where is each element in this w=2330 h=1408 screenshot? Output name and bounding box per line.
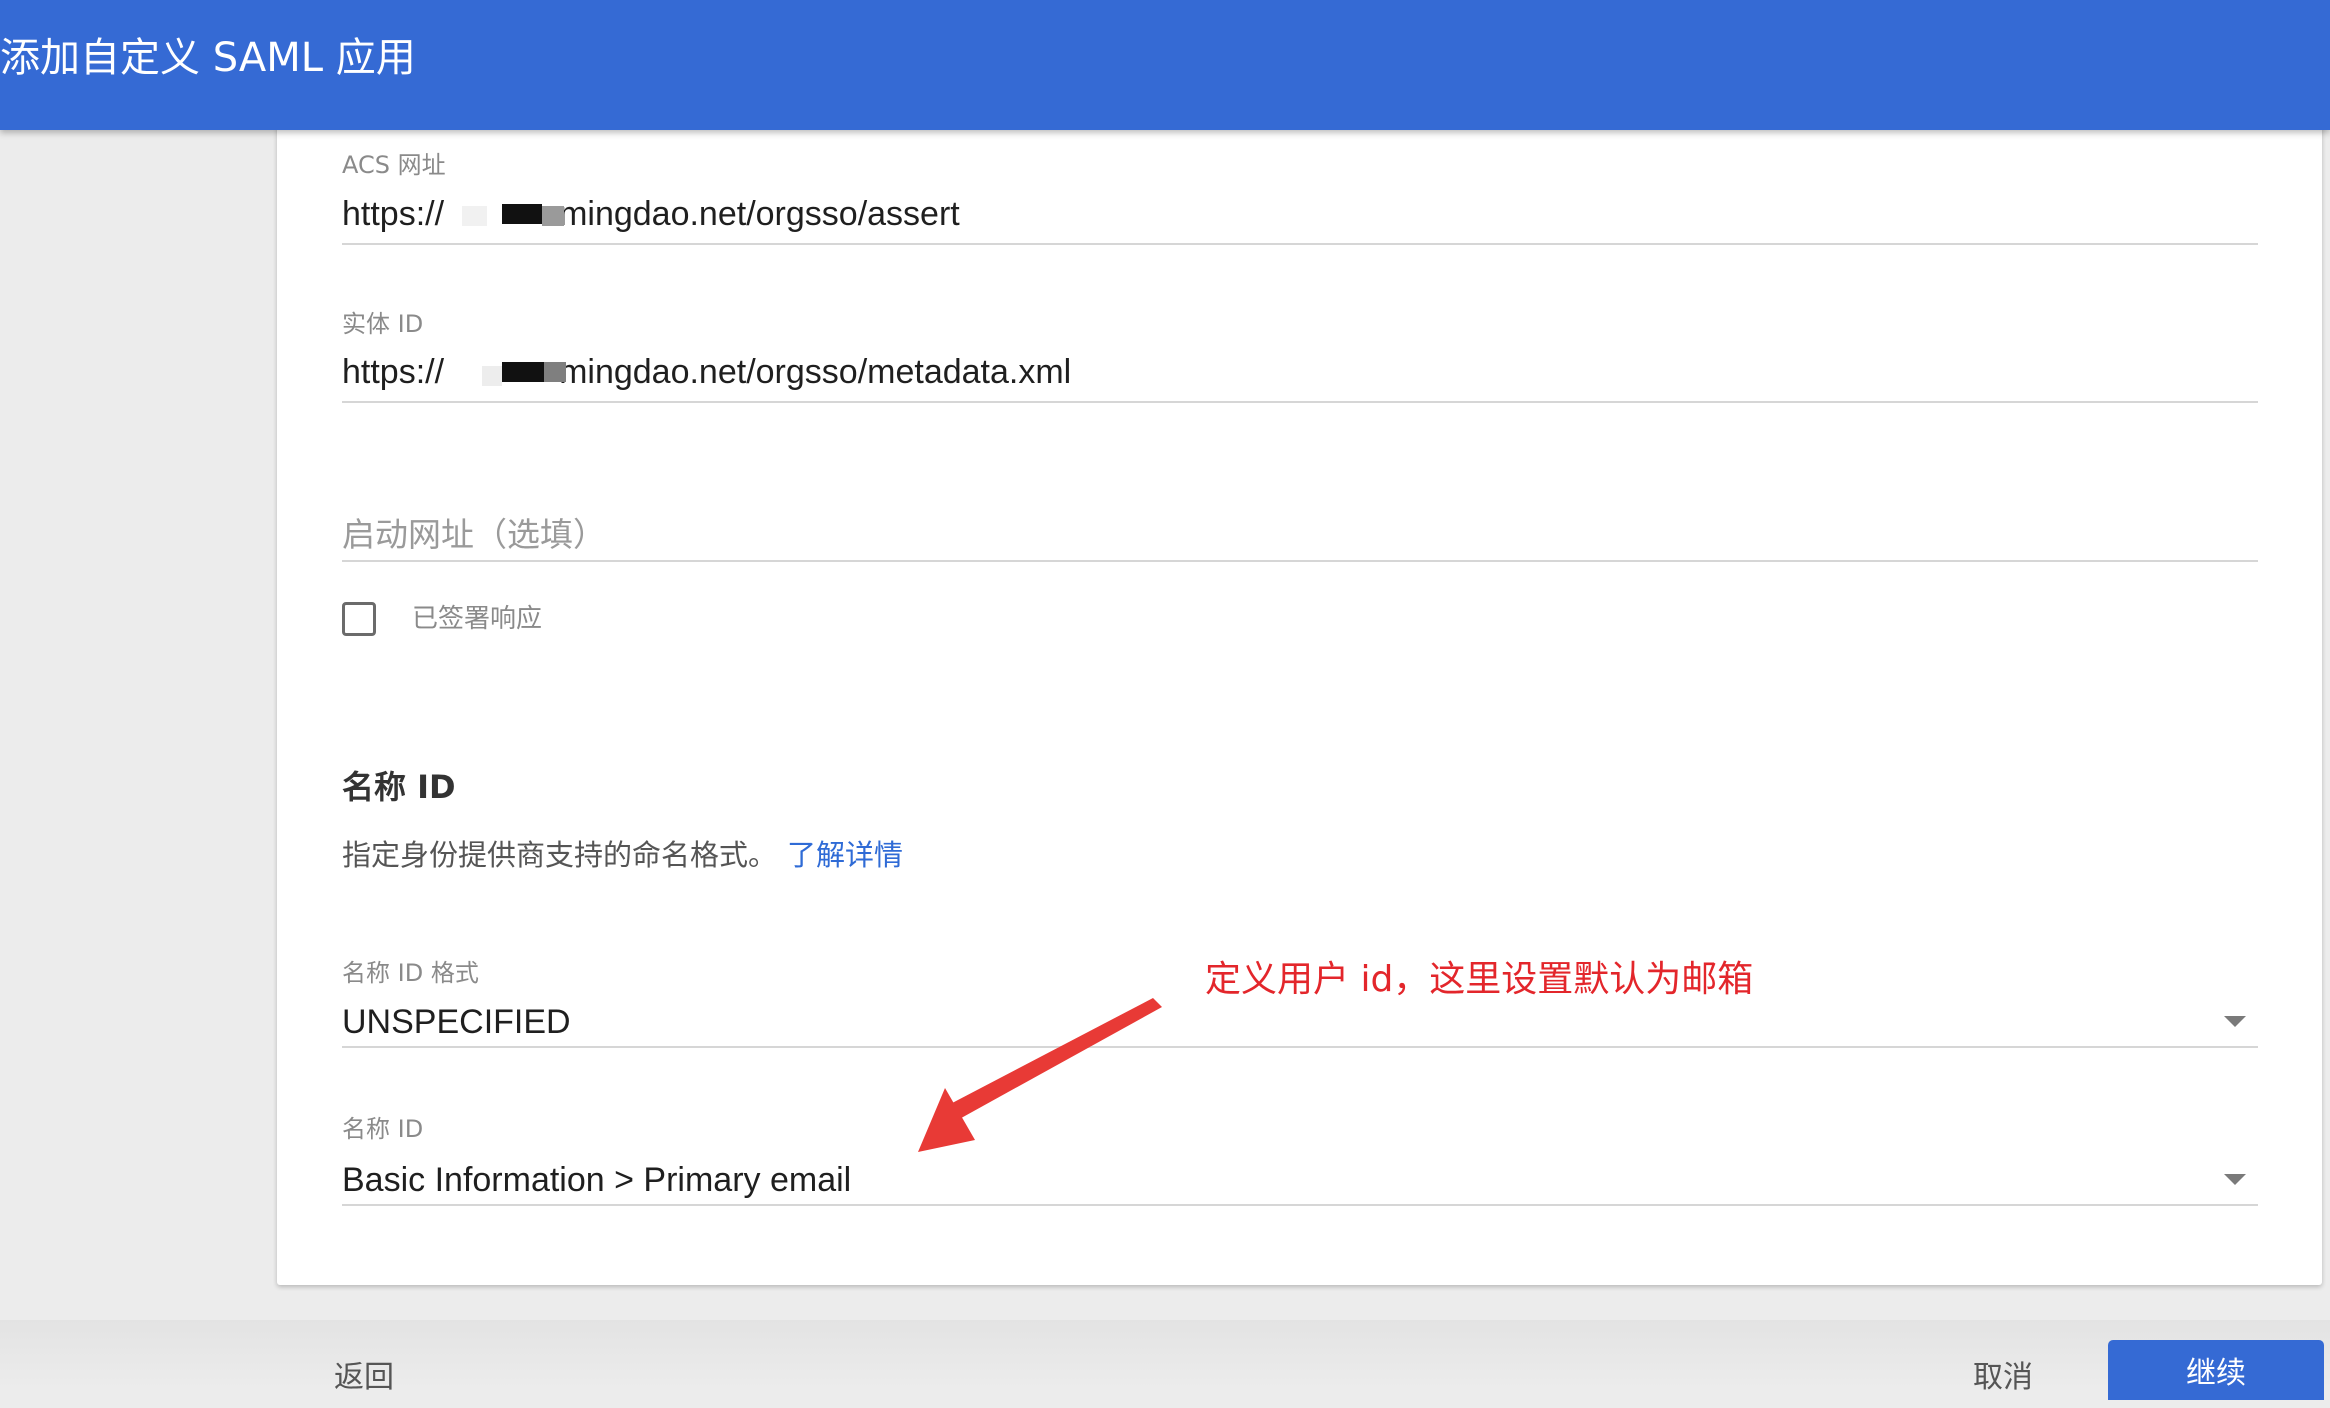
name-id-format-underline [342,1046,2258,1048]
entity-id-prefix: https:// [342,353,445,391]
annotation-note: 定义用户 id，这里设置默认为邮箱 [1205,959,1754,1000]
acs-url-label: ACS 网址 [342,151,446,179]
entity-id-suffix: mingdao.net/orgsso/metadata.xml [559,353,1072,391]
learn-more-link[interactable]: 了解详情 [787,838,903,872]
signed-response-checkbox[interactable] [342,602,376,636]
name-id-section-title: 名称 ID [342,768,456,806]
continue-button[interactable]: 继续 [2108,1340,2324,1400]
start-url-input[interactable]: 启动网址（选填） [342,508,606,556]
cancel-button[interactable]: 取消 [1973,1352,2033,1396]
entity-id-underline [342,401,2258,403]
name-id-description-text: 指定身份提供商支持的命名格式。 [342,838,778,872]
name-id-select[interactable]: Basic Information > Primary email [342,1161,851,1200]
page-title: 添加自定义 SAML 应用 [0,35,416,81]
name-id-section-description: 指定身份提供商支持的命名格式。 了解详情 [342,832,903,874]
redaction-mark [502,204,542,224]
back-button[interactable]: 返回 [334,1352,394,1396]
name-id-label: 名称 ID [342,1115,424,1143]
chevron-down-icon[interactable] [2224,1016,2246,1027]
name-id-underline [342,1204,2258,1206]
acs-url-underline [342,243,2258,245]
name-id-format-label: 名称 ID 格式 [342,959,479,987]
app-header: 添加自定义 SAML 应用 [0,0,2330,130]
redaction-mark [462,206,487,226]
signed-response-label: 已签署响应 [412,604,543,634]
redaction-mark [482,366,502,386]
entity-id-field[interactable]: https:// mingdao.net/orgsso/metadata.xml [342,353,1071,392]
redaction-mark [542,206,564,226]
acs-url-suffix: mingdao.net/orgsso/assert [559,195,960,233]
acs-url-prefix: https:// [342,195,445,233]
redaction-mark [502,362,544,382]
acs-url-field[interactable]: https:// mingdao.net/orgsso/assert [342,195,960,234]
redaction-mark [544,362,566,382]
start-url-underline [342,560,2258,562]
name-id-format-select[interactable]: UNSPECIFIED [342,1003,571,1042]
entity-id-label: 实体 ID [342,310,424,338]
saml-config-card: ACS 网址 https:// mingdao.net/orgsso/assert… [277,90,2322,1285]
chevron-down-icon[interactable] [2224,1174,2246,1185]
